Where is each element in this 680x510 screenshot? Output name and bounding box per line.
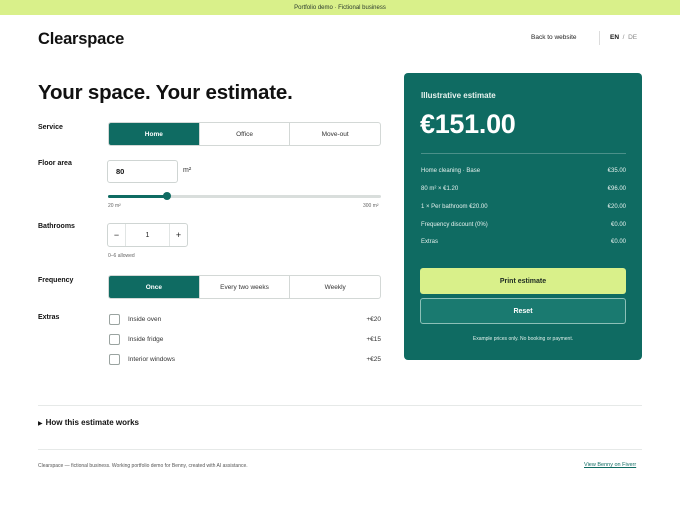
extra-item-price: +€25 [366, 355, 381, 363]
estimate-line-amount: €0.00 [610, 222, 626, 228]
decrement-button[interactable]: − [108, 224, 126, 246]
service-option-move-out[interactable]: Move-out [290, 123, 380, 145]
frequency-option-once[interactable]: Once [109, 276, 200, 298]
extra-item-interior-windows[interactable]: Interior windows +€25 [109, 353, 381, 365]
frequency-option-every-two-weeks[interactable]: Every two weeks [200, 276, 291, 298]
estimate-note: Example prices only. No booking or payme… [472, 336, 574, 342]
reset-button[interactable]: Reset [420, 298, 626, 324]
estimate-line-name: 80 m² × €1.20 [421, 186, 459, 192]
section-divider [38, 405, 642, 406]
estimate-line: 1 × Per bathroom €20.00 €20.00 [421, 204, 626, 210]
estimate-line-amount: €35.00 [607, 168, 626, 174]
estimate-line: Extras €0.00 [421, 239, 626, 245]
language-switcher: EN / DE [610, 34, 637, 41]
slider-min-label: 20 m² [108, 203, 121, 209]
estimate-line: 80 m² × €1.20 €96.00 [421, 186, 626, 192]
demo-banner: Portfolio demo · Fictional business [0, 0, 680, 15]
frequency-option-weekly[interactable]: Weekly [290, 276, 380, 298]
frequency-label: Frequency [38, 277, 74, 284]
how-estimate-works-label: How this estimate works [45, 418, 139, 427]
estimate-total: €151.00 [420, 109, 516, 139]
how-estimate-works-toggle[interactable]: ▶ How this estimate works [38, 418, 139, 427]
demo-banner-text: Portfolio demo · Fictional business [294, 4, 386, 11]
footer-text: Clearspace — fictional business. Working… [38, 463, 248, 469]
print-estimate-button[interactable]: Print estimate [420, 268, 626, 294]
extra-item-price: +€20 [366, 315, 381, 323]
bathrooms-label: Bathrooms [38, 223, 75, 230]
brand-logo[interactable]: Clearspace [38, 30, 124, 49]
extra-item-name: Interior windows [128, 355, 175, 363]
estimate-line-name: Home cleaning · Base [421, 168, 481, 174]
extra-item-name: Inside oven [128, 315, 162, 323]
floor-area-input[interactable]: 80 [107, 160, 178, 183]
bathrooms-value[interactable]: 1 [126, 232, 169, 239]
lang-de-link[interactable]: DE [628, 34, 637, 41]
floor-area-slider-track[interactable] [108, 195, 381, 198]
service-label: Service [38, 124, 63, 131]
floor-area-label: Floor area [38, 160, 72, 167]
disclosure-triangle-icon: ▶ [38, 421, 43, 427]
inside-fridge-checkbox[interactable] [109, 333, 120, 345]
estimate-divider [421, 153, 626, 154]
service-option-office[interactable]: Office [200, 123, 291, 145]
estimate-line: Home cleaning · Base €35.00 [421, 168, 626, 174]
service-selector: Home Office Move-out [108, 122, 381, 146]
back-to-website-link[interactable]: Back to website [531, 34, 577, 41]
estimate-panel: Illustrative estimate €151.00 Home clean… [404, 73, 642, 360]
lang-en-link[interactable]: EN [610, 34, 619, 41]
service-option-home[interactable]: Home [109, 123, 200, 145]
bathrooms-hint: 0–6 allowed [108, 253, 135, 259]
estimate-line: Frequency discount (0%) €0.00 [421, 222, 626, 228]
extra-item-inside-oven[interactable]: Inside oven +€20 [109, 313, 381, 325]
fiverr-link[interactable]: View Benny on Fiverr [584, 462, 636, 468]
floor-area-slider-handle[interactable] [162, 192, 171, 200]
extra-item-name: Inside fridge [128, 335, 164, 343]
footer-divider [38, 449, 642, 450]
bathrooms-stepper: − 1 + [107, 223, 188, 247]
extra-item-inside-fridge[interactable]: Inside fridge +€15 [109, 333, 381, 345]
floor-area-unit: m² [183, 167, 192, 174]
extras-label: Extras [38, 314, 60, 321]
slider-max-label: 300 m² [363, 203, 379, 209]
estimate-line-amount: €0.00 [610, 239, 626, 245]
frequency-selector: Once Every two weeks Weekly [108, 275, 381, 299]
interior-windows-checkbox[interactable] [109, 353, 120, 365]
lang-separator: / [622, 34, 625, 41]
page-title: Your space. Your estimate. [38, 81, 293, 104]
estimate-line-name: 1 × Per bathroom €20.00 [421, 204, 488, 210]
estimate-line-name: Extras [421, 239, 439, 245]
estimate-line-name: Frequency discount (0%) [421, 222, 488, 228]
inside-oven-checkbox[interactable] [109, 313, 120, 325]
header-divider [599, 31, 600, 45]
estimate-line-amount: €20.00 [607, 204, 626, 210]
estimate-label: Illustrative estimate [421, 91, 496, 100]
floor-area-slider-fill [108, 195, 167, 198]
estimate-line-amount: €96.00 [607, 186, 626, 192]
increment-button[interactable]: + [169, 224, 187, 246]
extra-item-price: +€15 [366, 335, 381, 343]
